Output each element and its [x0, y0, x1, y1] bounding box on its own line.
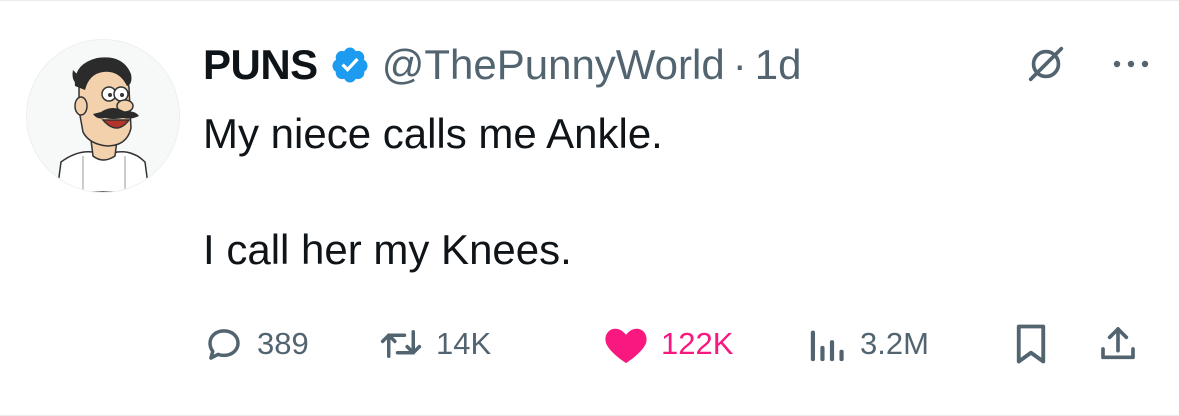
- share-upload-icon: [1098, 323, 1138, 365]
- heart-filled-icon: [603, 323, 649, 365]
- reply-count: 389: [257, 326, 309, 361]
- speech-bubble-icon: [203, 323, 245, 365]
- retweet-count: 14K: [436, 326, 492, 361]
- like-count: 122K: [661, 326, 734, 361]
- tweet-text: My niece calls me Ankle. I call her my K…: [203, 105, 663, 279]
- grok-slash-icon[interactable]: [1023, 41, 1069, 87]
- tweet-card[interactable]: PUNS @ThePunnyWorld · 1d My niece calls …: [0, 0, 1179, 416]
- retweet-arrows-icon: [378, 323, 424, 365]
- user-handle[interactable]: @ThePunnyWorld: [382, 41, 725, 89]
- like-button[interactable]: 122K: [603, 323, 733, 365]
- bar-chart-icon: [808, 323, 848, 365]
- tweet-line-2: I call her my Knees.: [203, 226, 572, 273]
- tweet-line-1: My niece calls me Ankle.: [203, 110, 663, 157]
- tweet-header: PUNS @ThePunnyWorld · 1d: [203, 37, 801, 93]
- cartoon-avatar-image: [56, 57, 150, 192]
- views-button[interactable]: 3.2M: [808, 323, 929, 365]
- avatar[interactable]: [26, 39, 180, 193]
- tweet-action-bar: 389 14K 122K 3.2M: [203, 313, 1149, 373]
- display-name[interactable]: PUNS: [203, 41, 318, 89]
- more-ellipsis-icon[interactable]: [1111, 54, 1151, 74]
- tweet-top-actions: [1023, 41, 1151, 87]
- retweet-button[interactable]: 14K: [378, 323, 491, 365]
- reply-button[interactable]: 389: [203, 323, 309, 365]
- share-button[interactable]: [1098, 323, 1138, 365]
- bookmark-icon: [1013, 323, 1049, 365]
- header-separator: ·: [732, 41, 747, 88]
- verified-badge-icon[interactable]: [330, 45, 370, 85]
- tweet-timestamp[interactable]: 1d: [755, 41, 802, 89]
- bookmark-button[interactable]: [1013, 323, 1049, 365]
- views-count: 3.2M: [860, 326, 929, 361]
